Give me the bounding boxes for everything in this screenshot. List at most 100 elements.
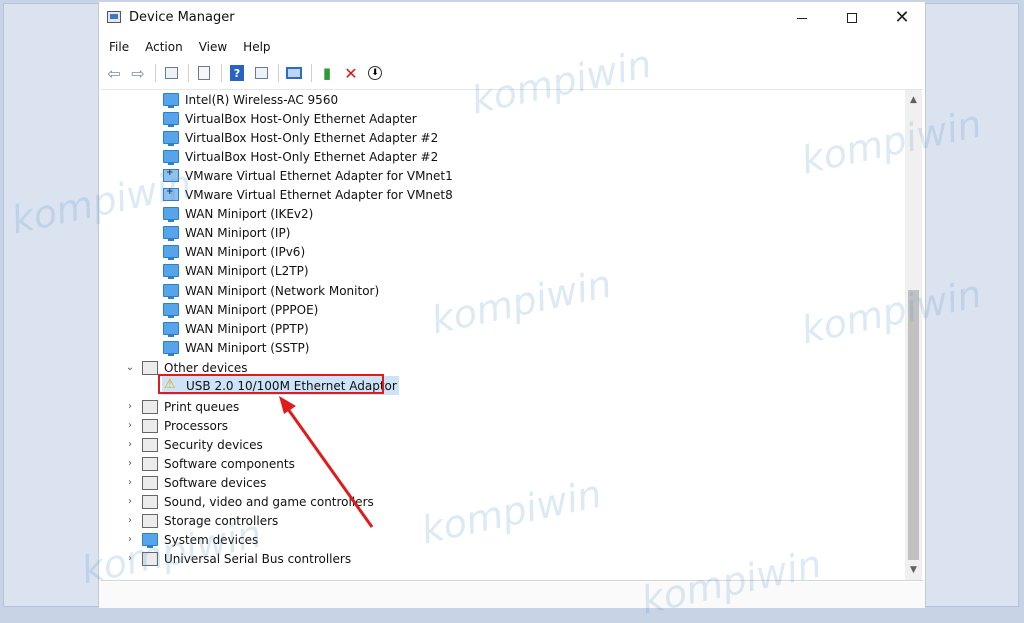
tree-item-network[interactable]: WAN Miniport (Network Monitor) (163, 281, 379, 300)
document-button[interactable] (193, 62, 215, 84)
tree-item-network[interactable]: VirtualBox Host-Only Ethernet Adapter #2 (163, 147, 438, 166)
tree-item-network[interactable]: WAN Miniport (PPPOE) (163, 300, 318, 319)
tree-category[interactable]: › Storage controllers (124, 511, 278, 530)
tree-item-network[interactable]: VMware Virtual Ethernet Adapter for VMne… (163, 185, 453, 204)
network-adapter-icon (163, 93, 179, 108)
tree-category[interactable]: › Processors (124, 416, 228, 435)
network-adapter-icon (163, 207, 179, 222)
chevron-right-icon[interactable]: › (124, 477, 136, 488)
scroll-thumb[interactable] (908, 290, 919, 560)
unknown-device-icon (142, 360, 158, 375)
device-label: VMware Virtual Ethernet Adapter for VMne… (185, 168, 453, 183)
tree-item-network[interactable]: VirtualBox Host-Only Ethernet Adapter #2 (163, 128, 438, 147)
software-device-icon (142, 475, 158, 490)
help-button[interactable]: ? (226, 62, 248, 84)
security-device-icon (142, 437, 158, 452)
network-adapter-icon (163, 284, 179, 299)
chevron-right-icon[interactable]: › (124, 439, 136, 450)
forward-button[interactable]: ⇨ (127, 62, 149, 84)
tree-item-network[interactable]: WAN Miniport (IKEv2) (163, 204, 313, 223)
uninstall-button[interactable]: ✕ (340, 62, 362, 84)
device-label: WAN Miniport (IPv6) (185, 244, 306, 259)
tree-item-network[interactable]: WAN Miniport (SSTP) (163, 338, 309, 357)
tree-category[interactable]: › Security devices (124, 435, 263, 454)
vmware-adapter-icon (163, 187, 179, 201)
download-icon: ⬇ (368, 66, 382, 80)
tree-category[interactable]: › Software components (124, 454, 295, 473)
vertical-scrollbar[interactable]: ▲ ▼ (905, 90, 922, 580)
toolbar-separator (188, 64, 189, 82)
properties-icon (164, 67, 178, 79)
tree-item-network[interactable]: WAN Miniport (IPv6) (163, 242, 305, 261)
chevron-right-icon[interactable]: › (124, 458, 136, 469)
chevron-down-icon[interactable]: ⌄ (124, 362, 136, 373)
tree-item-network[interactable]: WAN Miniport (PPTP) (163, 319, 309, 338)
chevron-right-icon[interactable]: › (124, 401, 136, 412)
category-label: Universal Serial Bus controllers (164, 551, 352, 566)
system-device-icon (142, 533, 158, 548)
tree-item-network[interactable]: WAN Miniport (L2TP) (163, 261, 309, 280)
network-adapter-icon (163, 245, 179, 260)
back-icon: ⇦ (107, 63, 121, 83)
minimize-button[interactable] (779, 4, 825, 32)
network-adapter-icon (163, 264, 179, 279)
menu-file[interactable]: File (99, 40, 135, 54)
printer-icon (142, 399, 158, 414)
scroll-down-icon[interactable]: ▼ (905, 562, 922, 578)
tree-category[interactable]: › Sound, video and game controllers (124, 492, 374, 511)
category-label: Sound, video and game controllers (164, 494, 374, 509)
tree-item-network[interactable]: Intel(R) Wireless-AC 9560 (163, 90, 338, 109)
device-manager-icon (107, 11, 121, 23)
minimize-icon (797, 17, 807, 19)
update-driver-button[interactable]: ▮ (316, 62, 338, 84)
status-bar (99, 582, 925, 608)
device-label: VirtualBox Host-Only Ethernet Adapter (185, 111, 417, 126)
software-component-icon (142, 456, 158, 471)
title-bar[interactable]: Device Manager ✕ (99, 2, 925, 34)
back-button[interactable]: ⇦ (103, 62, 125, 84)
menu-view[interactable]: View (189, 40, 233, 54)
network-adapter-icon (163, 226, 179, 241)
maximize-button[interactable] (829, 4, 875, 32)
tree-category[interactable]: › Print queues (124, 397, 239, 416)
scroll-up-icon[interactable]: ▲ (905, 92, 922, 108)
properties-button[interactable] (160, 62, 182, 84)
tree-item-network[interactable]: WAN Miniport (IP) (163, 223, 290, 242)
category-label: Software devices (164, 475, 267, 490)
tree-item-network[interactable]: VirtualBox Host-Only Ethernet Adapter (163, 109, 417, 128)
toolbar-separator (311, 64, 312, 82)
chevron-right-icon[interactable]: › (124, 534, 136, 545)
processor-icon (142, 418, 158, 433)
tree-category[interactable]: › Universal Serial Bus controllers (124, 549, 351, 568)
speaker-icon (142, 494, 158, 509)
category-label: Print queues (164, 399, 240, 414)
device-label: WAN Miniport (SSTP) (185, 340, 310, 355)
chevron-right-icon[interactable]: › (124, 420, 136, 431)
grid-button[interactable] (250, 62, 272, 84)
tree-category[interactable]: › System devices (124, 530, 258, 549)
grid-icon (254, 67, 268, 79)
network-adapter-icon (163, 341, 179, 356)
help-icon: ? (230, 65, 244, 81)
toolbar-separator (221, 64, 222, 82)
menu-action[interactable]: Action (135, 40, 189, 54)
close-button[interactable]: ✕ (879, 4, 925, 32)
device-label: WAN Miniport (Network Monitor) (185, 283, 380, 298)
device-label: WAN Miniport (PPTP) (185, 321, 309, 336)
tree-item-network[interactable]: VMware Virtual Ethernet Adapter for VMne… (163, 166, 453, 185)
forward-icon: ⇨ (131, 63, 145, 83)
scan-hardware-button[interactable] (283, 62, 305, 84)
device-label: Intel(R) Wireless-AC 9560 (185, 92, 339, 107)
download-button[interactable]: ⬇ (364, 62, 386, 84)
chevron-right-icon[interactable]: › (124, 553, 136, 564)
maximize-icon (847, 13, 857, 23)
device-label: VirtualBox Host-Only Ethernet Adapter #2 (185, 149, 439, 164)
chevron-right-icon[interactable]: › (124, 515, 136, 526)
tree-category[interactable]: › Software devices (124, 473, 266, 492)
menu-help[interactable]: Help (233, 40, 276, 54)
device-label: VMware Virtual Ethernet Adapter for VMne… (185, 187, 453, 202)
update-driver-icon: ▮ (322, 64, 332, 82)
chevron-right-icon[interactable]: › (124, 496, 136, 507)
storage-controller-icon (142, 513, 158, 528)
device-label: WAN Miniport (L2TP) (185, 263, 309, 278)
